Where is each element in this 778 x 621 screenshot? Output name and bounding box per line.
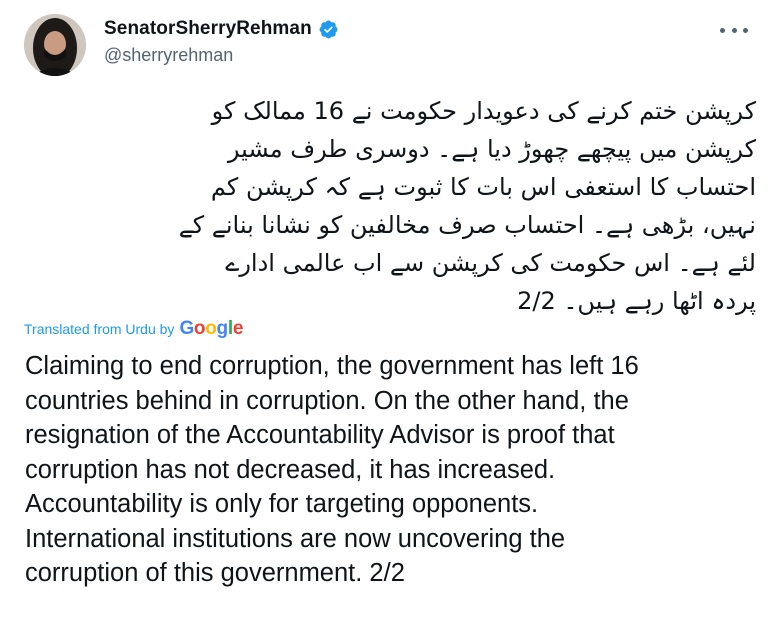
more-options-button[interactable] bbox=[720, 22, 748, 38]
author-handle[interactable]: @sherryrehman bbox=[104, 45, 339, 66]
translation-line: countries behind in corruption. On the o… bbox=[25, 386, 629, 415]
urdu-line: کرپشن میں پیچھے چھوڑ دیا ہے۔ دوسری طرف م… bbox=[227, 135, 756, 163]
urdu-line: لئے ہے۔ اس حکومت کی کرپشن سے اب عالمی اد… bbox=[225, 249, 756, 277]
tweet-text-translation: Claiming to end corruption, the governme… bbox=[25, 349, 765, 591]
more-horizontal-icon-dot bbox=[743, 27, 748, 33]
author-header: SenatorSherryRehman @sherryrehman bbox=[104, 18, 339, 66]
avatar-image bbox=[24, 14, 86, 76]
translation-line: Accountability is only for targeting opp… bbox=[25, 490, 539, 518]
author-display-name[interactable]: SenatorSherryRehman bbox=[104, 18, 312, 40]
urdu-line: پردہ اٹھا رہے ہیں۔ 2/2 bbox=[517, 287, 756, 315]
tweet-card: SenatorSherryRehman @sherryrehman کرپشن … bbox=[0, 0, 778, 621]
urdu-line: احتساب کا استعفی اس بات کا ثبوت ہے کہ کر… bbox=[210, 173, 756, 201]
translation-line: resignation of the Accountability Adviso… bbox=[25, 421, 615, 449]
avatar[interactable] bbox=[24, 14, 86, 76]
tweet-text-urdu: کرپشن ختم کرنے کی دعویدار حکومت نے 16 مم… bbox=[20, 92, 756, 320]
urdu-line: نہیں، بڑھی ہے۔ احتساب صرف مخالفین کو نشا… bbox=[178, 211, 756, 239]
translation-attribution-link[interactable]: Translated from Urdu by Google bbox=[24, 318, 243, 340]
urdu-line: کرپشن ختم کرنے کی دعویدار حکومت نے 16 مم… bbox=[211, 97, 756, 125]
translation-line: corruption has not decreased, it has inc… bbox=[25, 455, 556, 484]
google-logo-icon: Google bbox=[179, 318, 244, 339]
verified-badge-icon bbox=[319, 20, 338, 38]
translation-line: International institutions are now uncov… bbox=[25, 524, 566, 553]
translation-line: Claiming to end corruption, the governme… bbox=[25, 352, 639, 380]
translated-from-label: Translated from Urdu by bbox=[24, 321, 175, 337]
more-horizontal-icon-dot bbox=[720, 27, 725, 33]
more-horizontal-icon-dot bbox=[731, 27, 737, 33]
translation-line: corruption of this government. 2/2 bbox=[25, 559, 405, 587]
